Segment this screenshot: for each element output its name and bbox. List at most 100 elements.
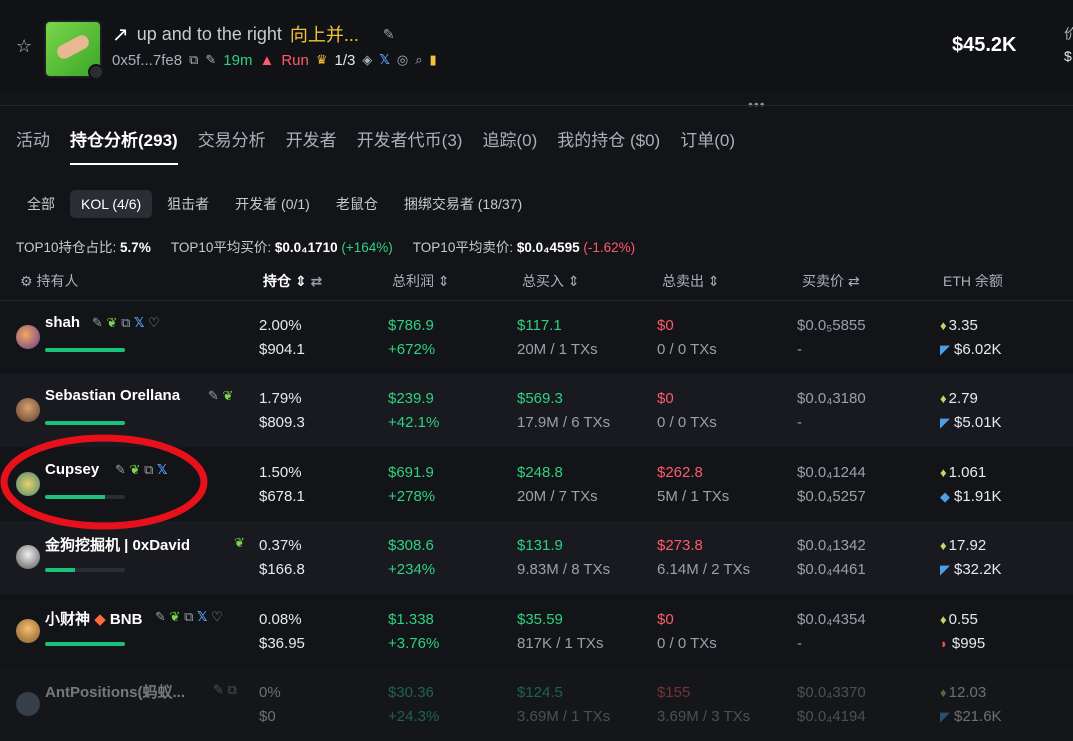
x-twitter-icon[interactable]: 𝕏 xyxy=(197,609,207,624)
eth-usd: ◤ $6.02K xyxy=(940,341,1002,358)
eth-icon: ♦ xyxy=(940,538,947,553)
tab-orders[interactable]: 订单(0) xyxy=(680,126,735,165)
profit-column-header[interactable]: 总利润 ⇕ xyxy=(392,271,450,291)
table-header: ⚙ 持有人 持仓 ⇕ ⇄ 总利润 ⇕ 总买入 ⇕ 总卖出 ⇕ 买卖价 ⇄ ETH… xyxy=(0,262,1073,301)
holding-pct: 2.00% xyxy=(259,317,302,334)
shrimp-icon: ◗ xyxy=(940,636,948,651)
settings-icon[interactable]: ⚙ xyxy=(20,273,33,289)
table-row[interactable]: Cupsey ✎ ❦ ⧉ 𝕏 1.50% $678.1 $691.9 +278%… xyxy=(0,448,1073,521)
search-icon[interactable]: ⌕ xyxy=(415,52,422,68)
sell-price: $0.0₄5257 xyxy=(797,488,866,505)
leaf-icon: ❦ xyxy=(169,609,181,624)
holding-bar xyxy=(45,495,125,499)
filter-developer[interactable]: 开发者 (0/1) xyxy=(224,188,321,220)
swap-icon: ⇄ xyxy=(310,273,323,289)
eth-balance: ♦ 17.92 xyxy=(940,537,987,554)
edit-icon[interactable]: ✎ xyxy=(92,315,103,330)
chain-icon[interactable]: ◈ xyxy=(362,52,372,68)
diamond-icon: ◆ xyxy=(94,611,106,628)
filter-bundlers[interactable]: 捆绑交易者 (18/37) xyxy=(393,188,533,220)
holder-name[interactable]: 金狗挖掘机 | 0xDavid xyxy=(45,534,190,555)
profit: $30.36 xyxy=(388,684,434,701)
fish-icon: ◆ xyxy=(940,489,950,504)
price-value-cutoff: $ xyxy=(1064,48,1072,64)
x-twitter-icon[interactable]: 𝕏 xyxy=(134,315,144,330)
profit-pct: +24.3% xyxy=(388,708,440,725)
run-hat-icon: ▲ xyxy=(259,51,275,69)
pencil-icon: ✎ xyxy=(205,52,217,67)
buy-detail: 9.83M / 8 TXs xyxy=(517,561,611,578)
table-row[interactable]: AntPositions(蚂蚁... ✎ ⧉ 0% $0 $30.36 +24.… xyxy=(0,668,1073,741)
sell-column-header[interactable]: 总卖出 ⇕ xyxy=(662,271,720,291)
avatar xyxy=(16,692,40,716)
globe-icon[interactable]: ◎ xyxy=(397,52,408,68)
holder-name[interactable]: shah xyxy=(45,314,80,331)
star-icon[interactable]: ☆ xyxy=(16,36,32,57)
tab-tracking[interactable]: 追踪(0) xyxy=(482,126,537,165)
holder-name[interactable]: Sebastian Orellana xyxy=(45,387,180,404)
table-row[interactable]: 金狗挖掘机 | 0xDavid ❦ 0.37% $166.8 $308.6 +2… xyxy=(0,521,1073,594)
holder-column-header: ⚙ 持有人 xyxy=(20,273,79,289)
buy-column-header[interactable]: 总买入 ⇕ xyxy=(522,271,580,291)
heart-icon[interactable]: ♡ xyxy=(211,609,223,624)
copy-icon[interactable]: ⧉ xyxy=(121,315,130,330)
edit-icon[interactable]: ✎ xyxy=(155,609,166,624)
dolphin-icon: ◤ xyxy=(940,562,950,577)
top10-avg-buy: TOP10平均买价: $0.0₄1710 (+164%) xyxy=(170,240,393,255)
x-twitter-icon[interactable]: 𝕏 xyxy=(379,52,389,68)
leaf-icon: ❦ xyxy=(234,535,245,550)
token-avatar[interactable] xyxy=(44,20,104,80)
tab-holders[interactable]: 持仓分析(293) xyxy=(70,126,178,165)
token-address[interactable]: 0x5f...7fe8 xyxy=(112,52,182,69)
tab-my-position[interactable]: 我的持仓 ($0) xyxy=(557,126,660,165)
sell-price: - xyxy=(797,635,802,652)
total-sell: $0 xyxy=(657,317,674,334)
tab-trade-analysis[interactable]: 交易分析 xyxy=(198,126,266,165)
x-twitter-icon[interactable]: 𝕏 xyxy=(157,462,167,477)
holding-bar xyxy=(45,642,125,646)
resize-grip-icon[interactable]: ••• xyxy=(748,96,766,112)
edit-icon[interactable]: ✎ xyxy=(213,682,224,697)
copy-icon[interactable]: ⧉ xyxy=(144,462,153,477)
tab-dev-tokens[interactable]: 开发者代币(3) xyxy=(357,126,463,165)
heart-icon[interactable]: ♡ xyxy=(148,315,160,330)
holder-name[interactable]: Cupsey xyxy=(45,461,99,478)
profit-pct: +42.1% xyxy=(388,414,440,431)
table-row[interactable]: Sebastian Orellana ✎ ❦ 1.79% $809.3 $239… xyxy=(0,374,1073,447)
sell-price: - xyxy=(797,414,802,431)
sell-detail: 0 / 0 TXs xyxy=(657,414,717,431)
filter-all[interactable]: 全部 xyxy=(16,188,66,220)
holding-usd: $904.1 xyxy=(259,341,305,358)
top10-share: TOP10持仓占比: 5.7% xyxy=(16,240,151,255)
copy-icon[interactable]: ⧉ xyxy=(189,52,198,68)
table-row[interactable]: 小财神 ◆ BNB ✎ ❦ ⧉ 𝕏 ♡ 0.08% $36.95 $1.338 … xyxy=(0,595,1073,668)
tab-activity[interactable]: 活动 xyxy=(16,126,50,165)
holder-name[interactable]: 小财神 ◆ BNB xyxy=(45,608,142,629)
total-buy: $248.8 xyxy=(517,464,563,481)
table-row[interactable]: shah ✎ ❦ ⧉ 𝕏 ♡ 2.00% $904.1 $786.9 +672%… xyxy=(0,301,1073,374)
copy-icon[interactable]: ⧉ xyxy=(228,682,237,697)
price-column-header[interactable]: 买卖价 ⇄ xyxy=(802,271,860,291)
sell-detail: 3.69M / 3 TXs xyxy=(657,708,751,725)
sell-detail: 6.14M / 2 TXs xyxy=(657,561,751,578)
total-sell: $155 xyxy=(657,684,691,701)
total-sell: $273.8 xyxy=(657,537,703,554)
filter-snipers[interactable]: 狙击者 xyxy=(156,188,220,220)
copy-icon[interactable]: ⧉ xyxy=(184,609,193,624)
filter-kol[interactable]: KOL (4/6) xyxy=(70,190,153,218)
holder-actions: ❦ xyxy=(234,535,245,551)
buy-price: $0.0₄1342 xyxy=(797,537,866,554)
tab-developer[interactable]: 开发者 xyxy=(286,126,337,165)
leaf-icon: ❦ xyxy=(106,315,118,330)
edit-icon[interactable]: ✎ xyxy=(115,462,126,477)
holder-name[interactable]: AntPositions(蚂蚁... xyxy=(45,681,185,702)
edit-icon[interactable]: ✎ xyxy=(208,388,219,403)
eth-usd: ◆ $1.91K xyxy=(940,488,1002,505)
filter-insiders[interactable]: 老鼠仓 xyxy=(325,188,389,220)
position-column-header[interactable]: 持仓 ⇕ ⇄ xyxy=(263,271,322,291)
profit: $239.9 xyxy=(388,390,434,407)
edit-icon[interactable]: ✎ xyxy=(383,26,395,43)
sell-detail: 0 / 0 TXs xyxy=(657,341,717,358)
sell-detail: 0 / 0 TXs xyxy=(657,635,717,652)
book-icon[interactable]: ▮ xyxy=(429,52,436,68)
